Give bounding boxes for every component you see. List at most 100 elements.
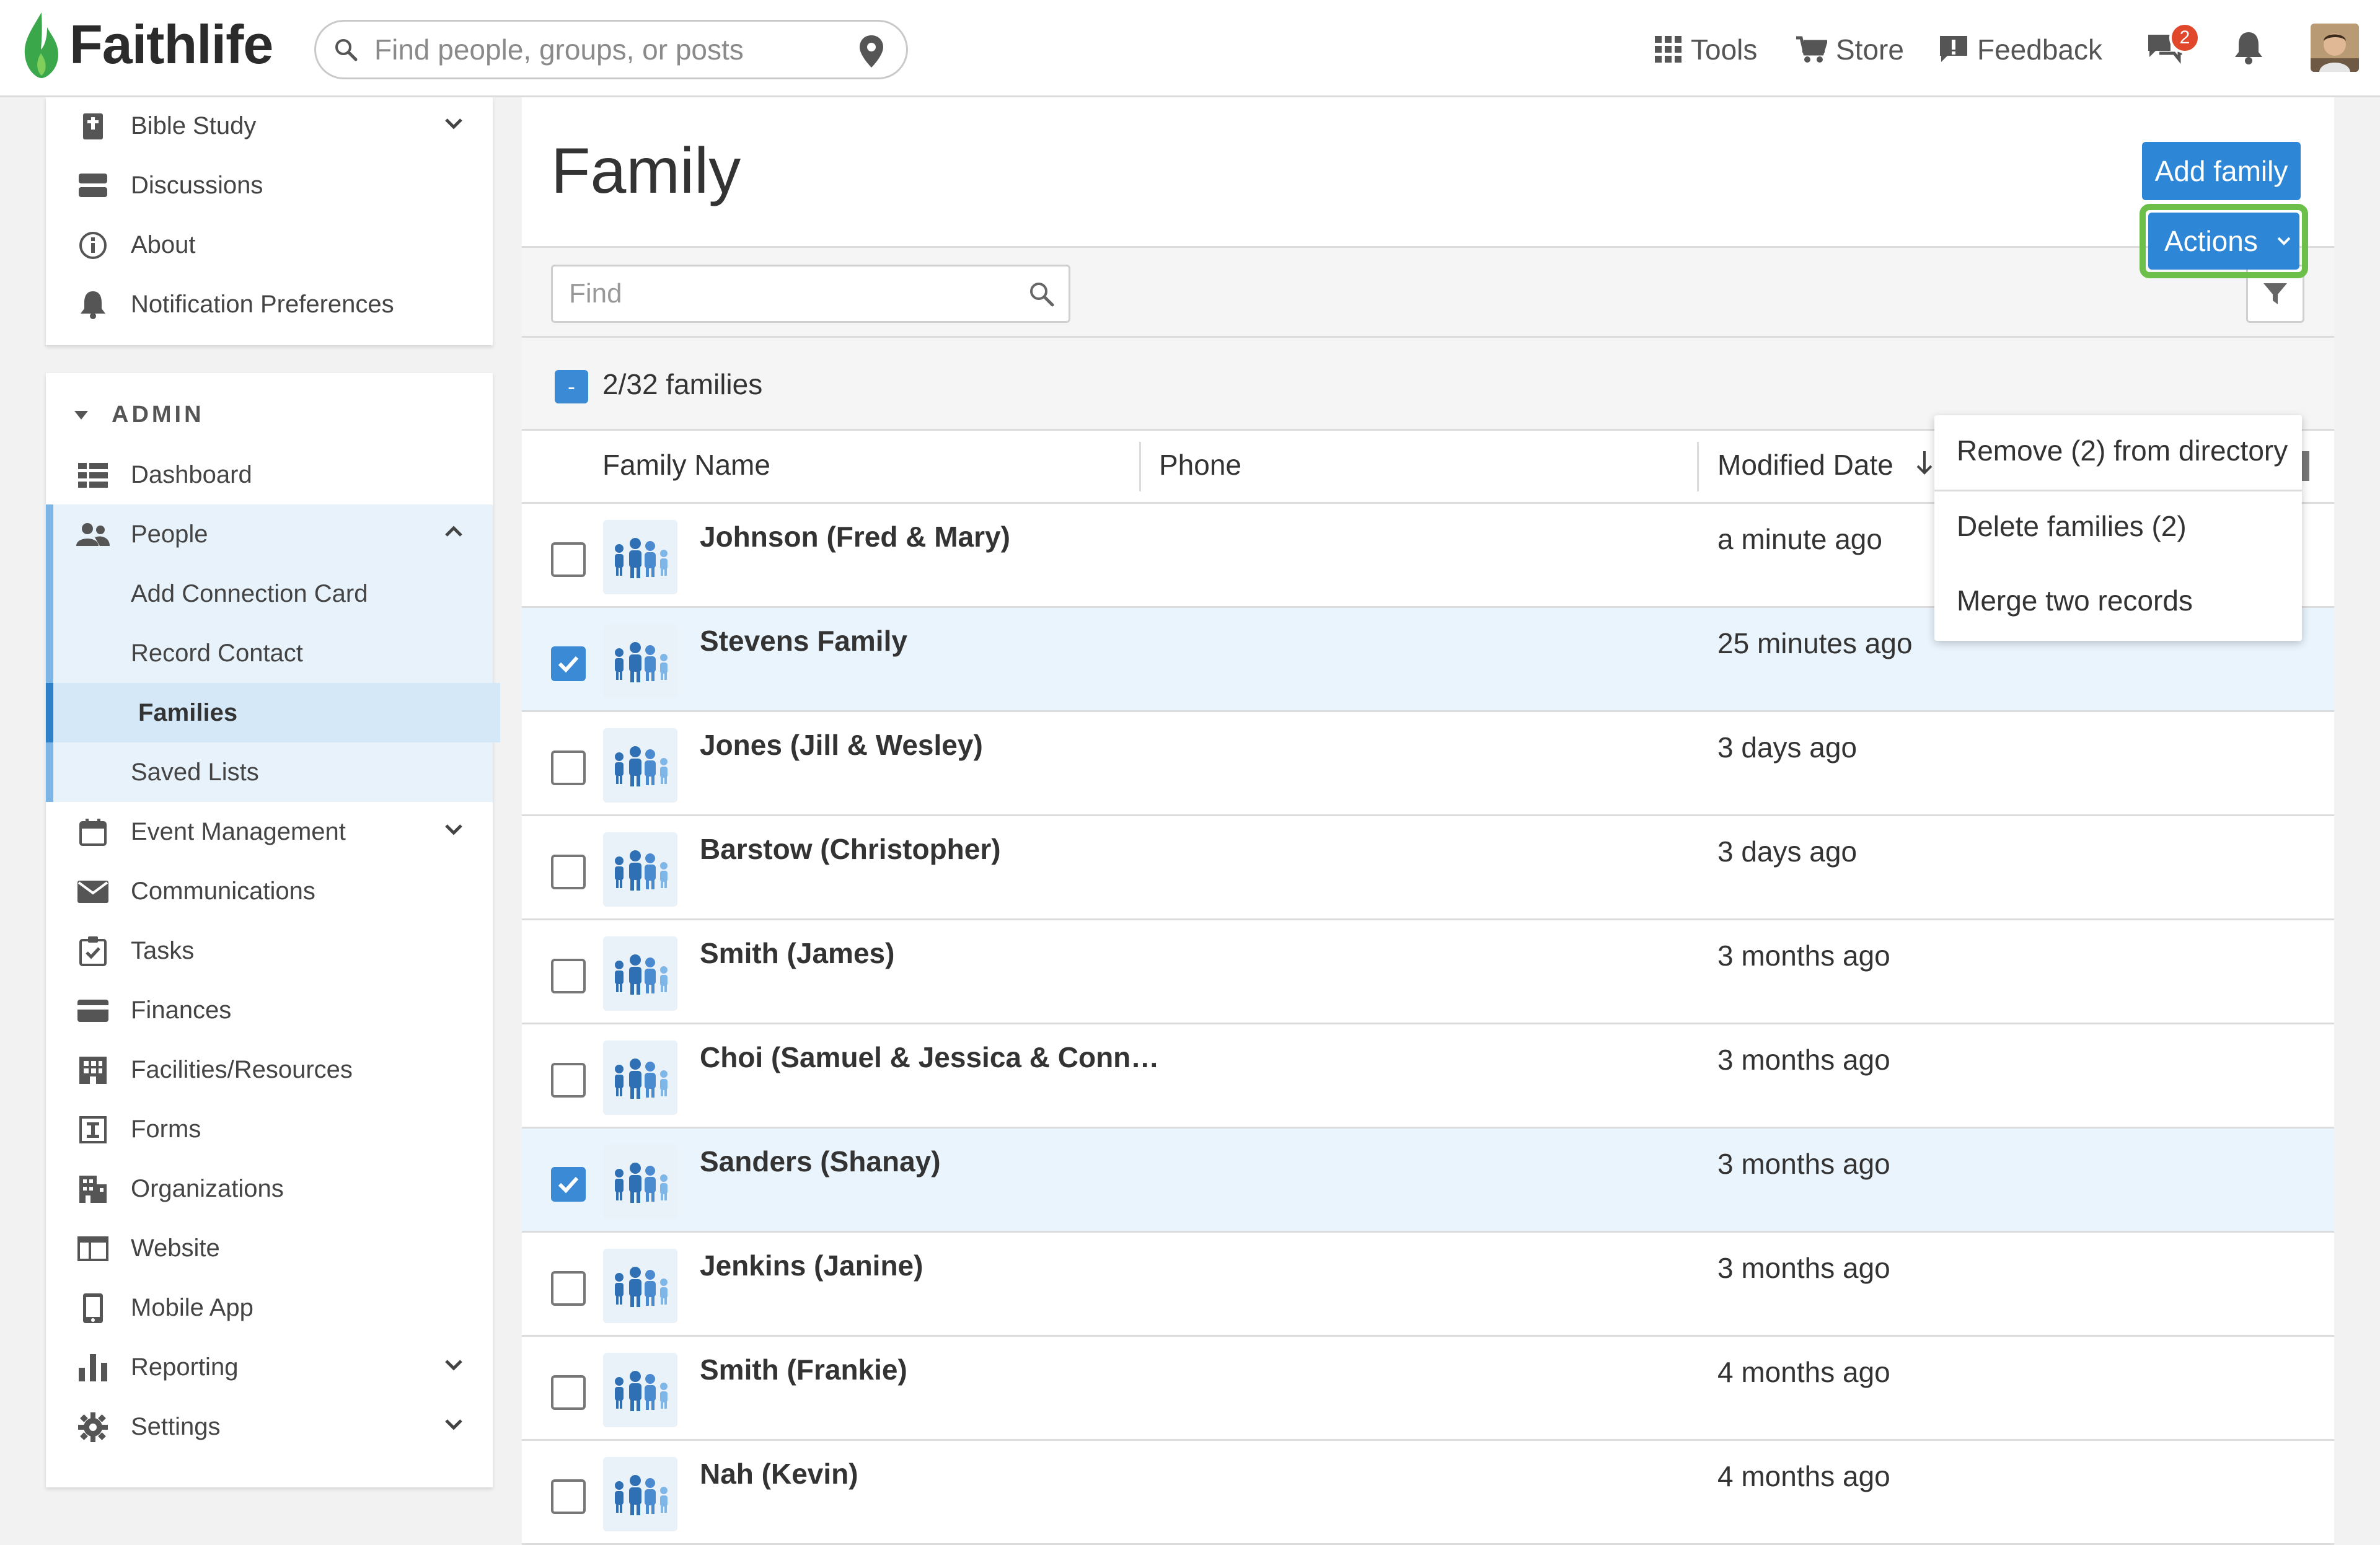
sidebar-item-facilities-resources[interactable]: Facilities/Resources [46, 1040, 493, 1099]
location-pin-icon[interactable] [858, 34, 885, 69]
family-name[interactable]: Choi (Samuel & Jessica & Conn… [700, 1041, 1159, 1074]
family-icon [603, 832, 677, 907]
sidebar-item-families[interactable]: Families [46, 683, 500, 742]
tools-label: Tools [1691, 33, 1758, 66]
column-family-name[interactable]: Family Name [602, 448, 770, 482]
sidebar-item-label: Record Contact [131, 639, 303, 667]
forms-icon [76, 1114, 110, 1145]
sidebar-item-about[interactable]: About [46, 215, 493, 275]
family-icon [603, 1457, 677, 1531]
table-row[interactable]: Jones (Jill & Wesley) 3 days ago [522, 712, 2334, 816]
bible-icon [76, 111, 110, 142]
row-checkbox[interactable] [551, 855, 586, 889]
organizations-icon [76, 1174, 110, 1205]
delete-families-option[interactable]: Delete families (2) [1957, 509, 2187, 543]
sidebar-item-tasks[interactable]: Tasks [46, 921, 493, 980]
find-input[interactable] [568, 278, 1002, 310]
mobile-icon [76, 1293, 110, 1324]
chevron-down-icon[interactable] [443, 818, 465, 840]
sidebar-item-organizations[interactable]: Organizations [46, 1159, 493, 1218]
admin-section-toggle[interactable]: ADMIN [72, 402, 205, 428]
family-icon [603, 1353, 677, 1427]
column-modified-date[interactable]: Modified Date [1717, 448, 1934, 482]
row-checkbox[interactable] [551, 1063, 586, 1098]
sidebar-item-notification-preferences[interactable]: Notification Preferences [46, 275, 493, 334]
column-divider [1697, 442, 1699, 491]
chevron-down-icon[interactable] [443, 1413, 465, 1435]
store-menu[interactable]: Store [1795, 25, 1904, 74]
sidebar-item-reporting[interactable]: Reporting [46, 1337, 493, 1397]
sidebar-item-communications[interactable]: Communications [46, 861, 493, 921]
sidebar-item-label: Dashboard [131, 460, 252, 488]
table-row[interactable]: Smith (Frankie) 4 months ago [522, 1337, 2334, 1441]
chevron-up-icon[interactable] [443, 521, 465, 543]
row-checkbox[interactable] [551, 1167, 586, 1202]
sidebar-item-discussions[interactable]: Discussions [46, 156, 493, 215]
table-row[interactable]: Sanders (Shanay) 3 months ago [522, 1129, 2334, 1233]
family-name[interactable]: Jenkins (Janine) [700, 1249, 923, 1282]
table-row[interactable]: Barstow (Christopher) 3 days ago [522, 816, 2334, 920]
table-row[interactable]: Smith (James) 3 months ago [522, 920, 2334, 1024]
sidebar-item-label: Tasks [131, 936, 195, 964]
table-row[interactable]: Jenkins (Janine) 3 months ago [522, 1233, 2334, 1337]
global-search-input[interactable] [373, 32, 844, 67]
row-checkbox[interactable] [551, 959, 586, 993]
calendar-icon [76, 817, 110, 848]
grid-icon [1655, 36, 1681, 63]
sidebar-item-forms[interactable]: Forms [46, 1099, 493, 1159]
sidebar-item-bible-study[interactable]: Bible Study [46, 96, 493, 156]
tools-menu[interactable]: Tools [1655, 25, 1757, 74]
chevron-down-icon[interactable] [443, 112, 465, 134]
sidebar-item-event-management[interactable]: Event Management [46, 802, 493, 861]
row-checkbox[interactable] [551, 1375, 586, 1410]
menu-divider [1934, 490, 2302, 491]
row-checkbox[interactable] [551, 1479, 586, 1514]
table-row[interactable]: Choi (Samuel & Jessica & Conn… 3 months a… [522, 1024, 2334, 1129]
row-checkbox[interactable] [551, 1271, 586, 1306]
family-name[interactable]: Stevens Family [700, 624, 907, 658]
sidebar-group-card: Bible Study Discussions About Notificati… [46, 97, 493, 345]
sidebar-item-settings[interactable]: Settings [46, 1397, 493, 1456]
sidebar-item-saved-lists[interactable]: Saved Lists [46, 742, 493, 802]
sidebar-item-mobile-app[interactable]: Mobile App [46, 1278, 493, 1337]
column-phone[interactable]: Phone [1159, 448, 1241, 482]
faithlife-logo[interactable]: Faithlife [20, 10, 273, 79]
sidebar-item-label: Forms [131, 1115, 201, 1143]
sidebar-item-record-contact[interactable]: Record Contact [46, 623, 493, 683]
remove-from-directory-option[interactable]: Remove (2) from directory [1957, 434, 2288, 467]
global-search[interactable] [314, 20, 908, 79]
feedback-menu[interactable]: Feedback [1939, 25, 2102, 74]
family-name[interactable]: Smith (Frankie) [700, 1353, 907, 1386]
sidebar-item-finances[interactable]: Finances [46, 980, 493, 1040]
select-all-checkbox[interactable]: - [555, 370, 588, 403]
row-checkbox[interactable] [551, 542, 586, 577]
sidebar-item-dashboard[interactable]: Dashboard [46, 445, 493, 504]
family-name[interactable]: Johnson (Fred & Mary) [700, 520, 1010, 553]
family-name[interactable]: Smith (James) [700, 936, 894, 970]
family-name[interactable]: Barstow (Christopher) [700, 832, 1001, 866]
table-row[interactable]: Nah (Kevin) 4 months ago [522, 1441, 2334, 1545]
row-checkbox[interactable] [551, 750, 586, 785]
merge-records-option[interactable]: Merge two records [1957, 584, 2193, 617]
sidebar-item-add-connection-card[interactable]: Add Connection Card [46, 564, 493, 623]
row-checkbox[interactable] [551, 646, 586, 681]
search-icon[interactable] [1028, 280, 1055, 307]
family-name[interactable]: Sanders (Shanay) [700, 1145, 941, 1178]
sidebar-item-website[interactable]: Website [46, 1218, 493, 1278]
chevron-down-icon[interactable] [443, 1354, 465, 1376]
user-avatar[interactable] [2311, 24, 2359, 72]
family-name[interactable]: Nah (Kevin) [700, 1457, 858, 1490]
column-resize-handle[interactable] [2301, 451, 2309, 481]
modified-date: 4 months ago [1717, 1460, 1890, 1492]
sidebar-item-label: Facilities/Resources [131, 1055, 353, 1083]
find-field[interactable] [551, 265, 1070, 323]
sidebar-item-people[interactable]: People [46, 504, 493, 564]
add-family-button[interactable]: Add family [2142, 142, 2301, 200]
actions-dropdown-menu: Remove (2) from directory Delete familie… [1934, 415, 2302, 641]
bell-icon [76, 289, 110, 320]
family-name[interactable]: Jones (Jill & Wesley) [700, 728, 983, 762]
bell-icon[interactable] [2232, 30, 2265, 66]
actions-button[interactable]: Actions [2148, 213, 2299, 270]
modified-date: 3 months ago [1717, 1044, 1890, 1076]
flame-logo-icon [24, 12, 58, 78]
